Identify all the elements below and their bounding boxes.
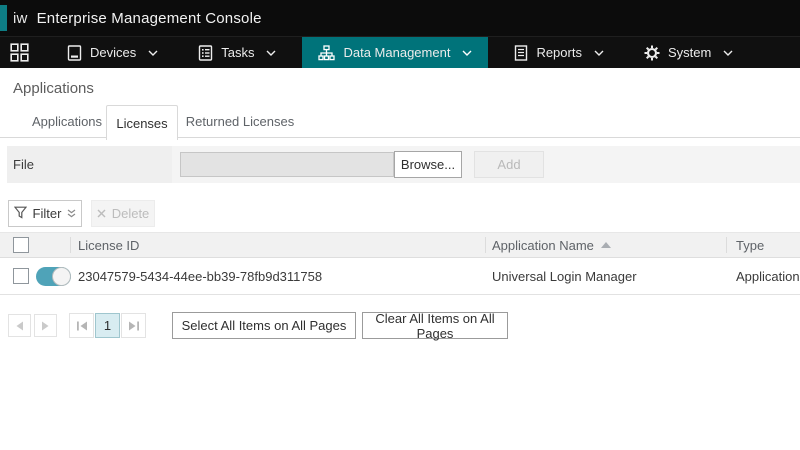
delete-button[interactable]: Delete [91, 200, 155, 227]
enterprise-management-console: iw Enterprise Management Console Devices… [0, 0, 800, 450]
chevron-down-icon [266, 50, 276, 56]
nav-item-data-management[interactable]: Data Management [302, 37, 488, 68]
clear-all-pages-button[interactable]: Clear All Items on All Pages [362, 312, 508, 339]
tab-licenses[interactable]: Licenses [106, 105, 178, 140]
filter-button[interactable]: Filter [8, 200, 82, 227]
license-enabled-toggle[interactable] [36, 267, 71, 286]
main-nav: Devices Tasks Data Management [0, 36, 800, 68]
browse-button[interactable]: Browse... [394, 151, 462, 178]
column-separator [70, 237, 71, 253]
add-button[interactable]: Add [474, 151, 544, 178]
pagination-bar: 1 Select All Items on All Pages Clear Al… [0, 312, 800, 339]
file-label-cell: File [7, 146, 172, 183]
devices-icon [67, 45, 82, 61]
cell-license-id: 23047579-5434-44ee-bb39-78fb9d311758 [78, 258, 322, 294]
tab-bar: Applications Licenses Returned Licenses [0, 105, 800, 138]
column-header-type[interactable]: Type [736, 233, 764, 257]
column-header-label: Application Name [492, 238, 594, 253]
sitemap-icon [318, 45, 335, 61]
sort-ascending-icon [601, 242, 611, 248]
filter-funnel-icon [14, 206, 27, 222]
brand-accent-bar [0, 5, 7, 31]
current-page-button[interactable]: 1 [95, 313, 120, 338]
cell-application-name: Universal Login Manager [492, 258, 637, 294]
tasks-icon [198, 45, 213, 61]
nav-item-label: System [668, 45, 711, 60]
nav-item-devices[interactable]: Devices [53, 37, 172, 68]
arrow-right-icon [41, 321, 50, 331]
next-page-button[interactable] [34, 314, 57, 337]
file-path-input[interactable] [180, 152, 394, 177]
column-separator [726, 237, 727, 253]
reports-icon [514, 45, 528, 61]
x-icon [97, 206, 106, 221]
grid-toolbar: Filter Delete [8, 200, 155, 227]
file-label: File [13, 157, 34, 172]
nav-item-label: Devices [90, 45, 136, 60]
table-row[interactable]: 23047579-5434-44ee-bb39-78fb9d311758 Uni… [0, 258, 800, 295]
select-all-pages-button[interactable]: Select All Items on All Pages [172, 312, 356, 339]
double-chevron-down-icon [67, 206, 76, 221]
nav-item-label: Tasks [221, 45, 254, 60]
nav-item-label: Data Management [343, 45, 450, 60]
last-page-button[interactable] [121, 313, 146, 338]
licenses-table: License ID Application Name Type 2304757… [0, 232, 800, 295]
toggle-knob [52, 267, 71, 286]
apps-grid-icon[interactable] [0, 37, 41, 68]
column-header-license-id[interactable]: License ID [78, 233, 139, 257]
file-upload-row: File Browse... Add [7, 146, 800, 183]
cell-type: Applications [736, 258, 800, 294]
chevron-down-icon [148, 50, 158, 56]
first-page-button[interactable] [69, 313, 94, 338]
chevron-down-icon [723, 50, 733, 56]
column-header-application-name[interactable]: Application Name [492, 233, 611, 257]
title-bar: iw Enterprise Management Console [0, 0, 800, 36]
tab-applications[interactable]: Applications [28, 105, 106, 138]
previous-page-button[interactable] [8, 314, 31, 337]
chevron-down-icon [462, 50, 472, 56]
table-header-row: License ID Application Name Type [0, 232, 800, 258]
delete-label: Delete [112, 206, 150, 221]
first-page-icon [76, 321, 88, 331]
nav-item-system[interactable]: System [630, 37, 747, 68]
filter-label: Filter [33, 206, 62, 221]
gear-icon [644, 45, 660, 61]
select-all-checkbox[interactable] [13, 237, 29, 253]
nav-item-label: Reports [536, 45, 582, 60]
column-separator [485, 237, 486, 253]
page-title: Applications [13, 80, 94, 97]
tab-returned-licenses[interactable]: Returned Licenses [180, 105, 300, 138]
row-checkbox[interactable] [13, 268, 29, 284]
arrow-left-icon [15, 321, 24, 331]
chevron-down-icon [594, 50, 604, 56]
app-title: Enterprise Management Console [37, 10, 262, 27]
nav-item-reports[interactable]: Reports [500, 37, 618, 68]
nav-item-tasks[interactable]: Tasks [184, 37, 290, 68]
last-page-icon [128, 321, 140, 331]
brand-logo: iw [13, 10, 28, 27]
